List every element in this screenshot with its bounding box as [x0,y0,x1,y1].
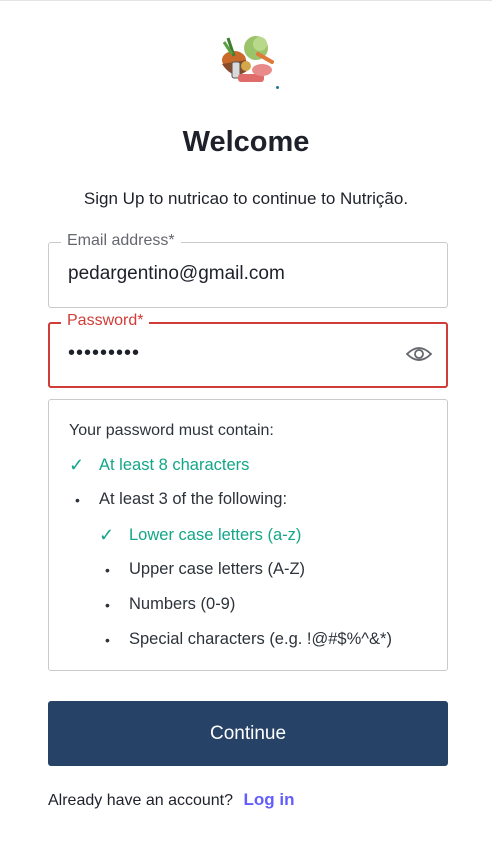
rule-lowercase: ✓ Lower case letters (a-z) [99,525,301,546]
login-link[interactable]: Log in [243,790,294,809]
logo-dot [276,86,279,89]
email-label: Email address* [61,231,181,251]
check-icon: ✓ [69,455,85,475]
check-icon: ✓ [99,525,115,545]
bullet-icon: • [105,631,110,648]
email-input[interactable]: pedargentino@gmail.com [68,263,408,285]
bullet-icon: • [105,561,110,578]
rule-three-of-following: • At least 3 of the following: [69,490,287,509]
rule-text: Special characters (e.g. !@#$%^&*) [129,630,392,648]
rule-text: Numbers (0-9) [129,595,236,613]
rule-text: Upper case letters (A-Z) [129,560,306,578]
rule-numbers: • Numbers (0-9) [99,595,235,614]
eye-icon[interactable] [406,344,432,364]
continue-button[interactable]: Continue [48,701,448,766]
rule-text: At least 8 characters [99,456,250,474]
password-requirements: Your password must contain: ✓ At least 8… [48,399,448,671]
password-input[interactable]: ••••••••• [68,342,408,365]
page-subtitle: Sign Up to nutricao to continue to Nutri… [83,189,409,208]
requirements-heading: Your password must contain: [69,422,274,439]
rule-text: At least 3 of the following: [99,490,288,508]
login-prompt: Already have an account? Log in [48,790,294,810]
bullet-icon: • [75,491,80,508]
password-field[interactable]: Password* ••••••••• [48,311,448,388]
bullet-icon: • [105,596,110,613]
page-title: Welcome [182,126,310,158]
rule-min-length: ✓ At least 8 characters [69,455,249,476]
rule-text: Lower case letters (a-z) [129,526,302,544]
top-divider [0,0,492,1]
vegetable-basket-logo [222,36,274,82]
login-prompt-text: Already have an account? [48,792,234,809]
email-field[interactable]: Email address* pedargentino@gmail.com [48,231,448,308]
rule-uppercase: • Upper case letters (A-Z) [99,560,305,579]
password-label: Password* [61,311,150,331]
rule-special-characters: • Special characters (e.g. !@#$%^&*) [99,630,392,649]
